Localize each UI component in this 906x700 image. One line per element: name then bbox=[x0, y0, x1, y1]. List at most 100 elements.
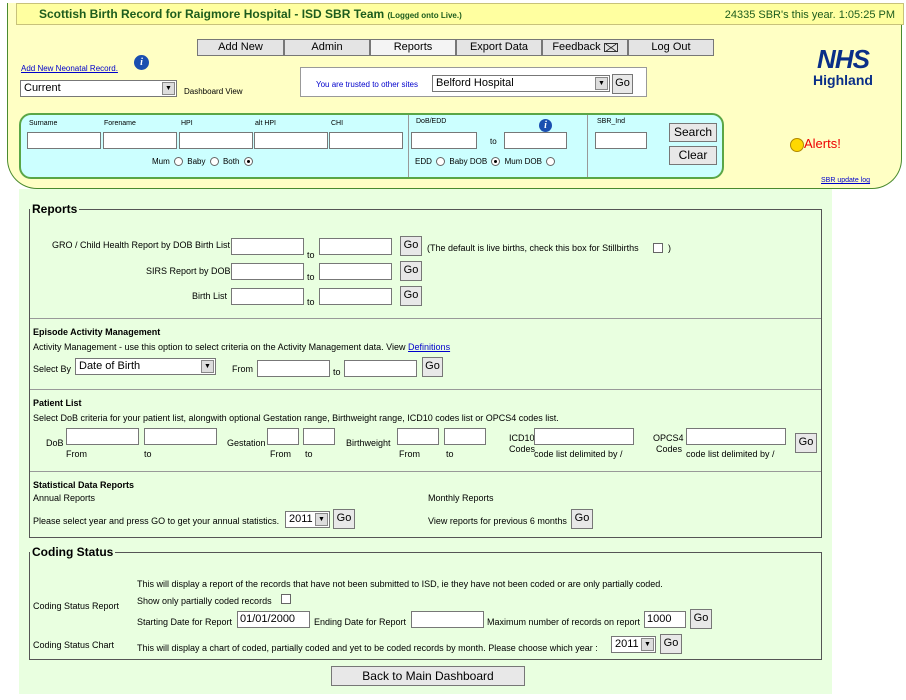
clear-button[interactable]: Clear bbox=[669, 146, 717, 165]
definitions-link[interactable]: Definitions bbox=[408, 342, 450, 352]
nav-feedback-button[interactable]: Feedback bbox=[542, 39, 628, 56]
episode-select-by-select[interactable]: Date of Birth ▼ bbox=[75, 358, 216, 375]
back-to-dashboard-button[interactable]: Back to Main Dashboard bbox=[331, 666, 525, 686]
chart-year-select[interactable]: 2011 ▼ bbox=[611, 636, 656, 653]
nav-admin-button[interactable]: Admin bbox=[284, 39, 370, 56]
coding-status-report-label: Coding Status Report bbox=[33, 601, 120, 611]
max-records-input[interactable]: 1000 bbox=[644, 611, 686, 628]
dropdown-arrow-icon: ▼ bbox=[315, 513, 328, 526]
hpi-input[interactable] bbox=[179, 132, 253, 149]
end-date-input[interactable] bbox=[411, 611, 484, 628]
nav-reports-button[interactable]: Reports bbox=[370, 39, 456, 56]
search-scope-radios: Mum Baby Both bbox=[152, 157, 255, 167]
annual-go-button[interactable]: Go bbox=[333, 509, 355, 529]
forename-label: Forename bbox=[104, 120, 136, 127]
dropdown-arrow-icon: ▼ bbox=[201, 360, 214, 373]
dob-to-input[interactable] bbox=[504, 132, 567, 149]
icd10-codes-label: Codes bbox=[509, 444, 536, 454]
trusted-sites-label: You are trusted to other sites bbox=[316, 80, 418, 89]
alerts-indicator[interactable]: Alerts! bbox=[790, 136, 841, 152]
title-bar: Scottish Birth Record for Raigmore Hospi… bbox=[16, 3, 904, 25]
trusted-site-select[interactable]: Belford Hospital ▼ bbox=[432, 75, 610, 92]
trusted-site-go-button[interactable]: Go bbox=[612, 74, 633, 94]
dropdown-arrow-icon: ▼ bbox=[641, 638, 654, 651]
edd-radio[interactable] bbox=[436, 157, 446, 167]
episode-section-title: Episode Activity Management bbox=[33, 327, 161, 337]
nav-add-new-button[interactable]: Add New bbox=[197, 39, 284, 56]
birth-go-button[interactable]: Go bbox=[400, 286, 422, 306]
sirs-go-button[interactable]: Go bbox=[400, 261, 422, 281]
birthweight-to-input[interactable] bbox=[444, 428, 486, 445]
sbr-ind-input[interactable] bbox=[595, 132, 647, 149]
dob-label: DoB bbox=[46, 438, 64, 448]
patient-dob-to-input[interactable] bbox=[144, 428, 217, 445]
both-radio[interactable] bbox=[243, 157, 253, 167]
statistical-reports-title: Statistical Data Reports bbox=[33, 480, 135, 490]
start-date-input[interactable]: 01/01/2000 bbox=[237, 611, 310, 628]
sirs-from-input[interactable] bbox=[231, 263, 304, 280]
baby-radio[interactable] bbox=[209, 157, 219, 167]
gestation-from-input[interactable] bbox=[267, 428, 299, 445]
alt-hpi-label: alt HPI bbox=[255, 120, 277, 127]
gestation-to-input[interactable] bbox=[303, 428, 335, 445]
max-records-label: Maximum number of records on report bbox=[487, 617, 641, 627]
episode-go-button[interactable]: Go bbox=[422, 357, 443, 377]
annual-reports-description: Please select year and press GO to get y… bbox=[33, 516, 280, 526]
chi-input[interactable] bbox=[329, 132, 403, 149]
search-panel: Surname Forename HPI alt HPI CHI Mum Bab… bbox=[19, 113, 724, 179]
info-icon[interactable]: i bbox=[134, 55, 149, 70]
birth-to-input[interactable] bbox=[319, 288, 392, 305]
coding-chart-description: This will display a chart of coded, part… bbox=[137, 643, 598, 653]
gro-from-input[interactable] bbox=[231, 238, 304, 255]
nav-export-data-button[interactable]: Export Data bbox=[456, 39, 542, 56]
coding-chart-go-button[interactable]: Go bbox=[660, 634, 682, 654]
opcs4-codes-input[interactable] bbox=[686, 428, 786, 445]
birth-list-label: Birth List bbox=[192, 291, 228, 301]
gestation-label: Gestation bbox=[227, 438, 266, 448]
chi-label: CHI bbox=[331, 120, 344, 127]
episode-from-input[interactable] bbox=[257, 360, 330, 377]
alt-hpi-input[interactable] bbox=[254, 132, 328, 149]
mum-radio[interactable] bbox=[174, 157, 184, 167]
patient-list-go-button[interactable]: Go bbox=[795, 433, 817, 453]
birth-from-input[interactable] bbox=[231, 288, 304, 305]
episode-to-input[interactable] bbox=[344, 360, 417, 377]
search-button[interactable]: Search bbox=[669, 123, 717, 142]
birthweight-label: Birthweight bbox=[346, 438, 391, 448]
birthweight-from-input[interactable] bbox=[397, 428, 439, 445]
to-label: to bbox=[305, 449, 313, 459]
coding-status-legend: Coding Status bbox=[32, 545, 114, 559]
dob-from-input[interactable] bbox=[411, 132, 477, 149]
coding-report-go-button[interactable]: Go bbox=[690, 609, 712, 629]
to-label: to bbox=[307, 250, 315, 260]
opcs4-label: OPCS4 bbox=[653, 433, 684, 443]
gro-to-input[interactable] bbox=[319, 238, 392, 255]
info-icon[interactable]: i bbox=[539, 119, 552, 132]
baby-dob-radio[interactable] bbox=[491, 157, 501, 167]
gro-go-button[interactable]: Go bbox=[400, 236, 422, 256]
partial-coded-label: Show only partially coded records bbox=[137, 596, 272, 606]
nav-log-out-button[interactable]: Log Out bbox=[628, 39, 714, 56]
end-date-label: Ending Date for Report bbox=[314, 617, 407, 627]
sirs-to-input[interactable] bbox=[319, 263, 392, 280]
reports-legend: Reports bbox=[32, 202, 78, 216]
partial-coded-checkbox[interactable] bbox=[281, 594, 291, 604]
annual-year-select[interactable]: 2011 ▼ bbox=[285, 511, 330, 528]
forename-input[interactable] bbox=[103, 132, 177, 149]
monthly-go-button[interactable]: Go bbox=[571, 509, 593, 529]
patient-dob-from-input[interactable] bbox=[66, 428, 139, 445]
to-label: to bbox=[490, 137, 497, 146]
dob-edd-label: DoB/EDD bbox=[416, 118, 447, 125]
dashboard-view-select[interactable]: Current ▼ bbox=[20, 80, 177, 97]
patient-list-description: Select DoB criteria for your patient lis… bbox=[33, 413, 559, 423]
monthly-reports-description: View reports for previous 6 months bbox=[428, 516, 567, 526]
monthly-reports-label: Monthly Reports bbox=[428, 493, 494, 503]
mum-dob-radio[interactable] bbox=[546, 157, 556, 167]
icd10-codes-input[interactable] bbox=[534, 428, 634, 445]
stillbirth-checkbox[interactable] bbox=[653, 243, 663, 253]
surname-input[interactable] bbox=[27, 132, 101, 149]
divider bbox=[408, 115, 409, 177]
sbr-update-log-link[interactable]: SBR update log bbox=[821, 177, 870, 184]
add-new-neonatal-record-link[interactable]: Add New Neonatal Record. bbox=[21, 64, 118, 73]
opcs4-hint: code list delimited by / bbox=[686, 449, 775, 459]
